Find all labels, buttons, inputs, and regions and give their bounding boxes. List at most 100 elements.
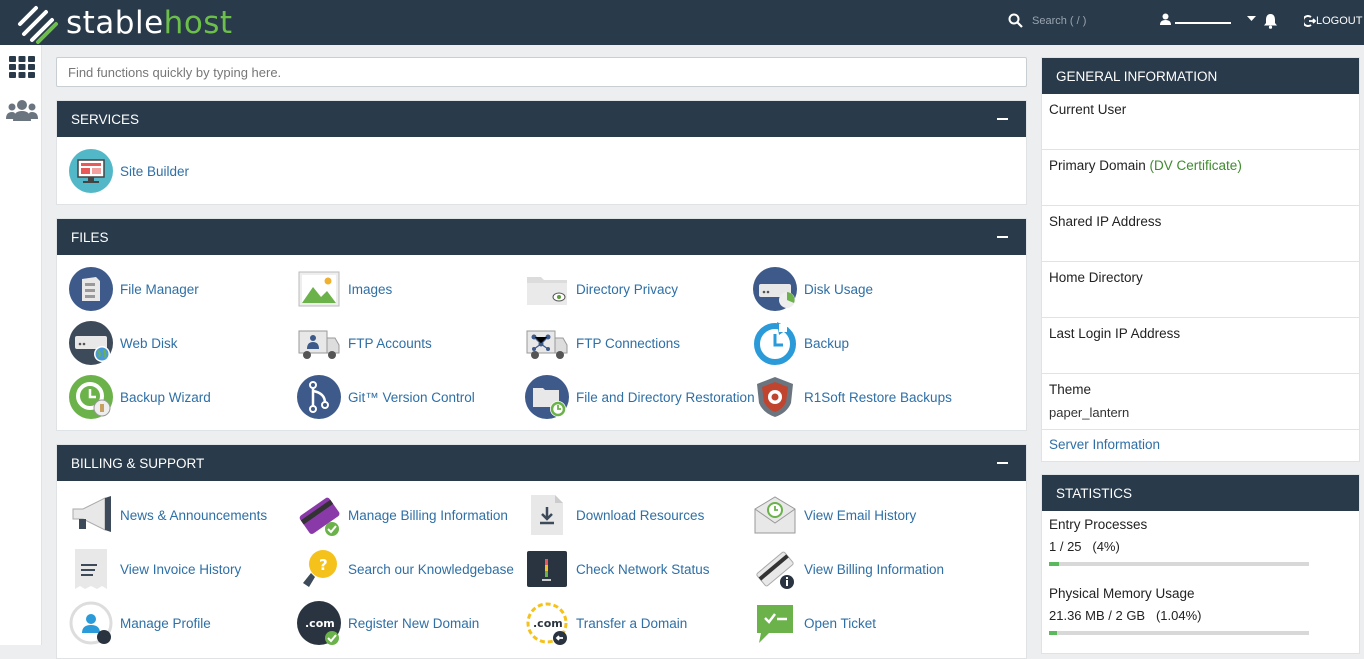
- invoice-icon: [69, 547, 113, 591]
- stat-label: Entry Processes: [1049, 517, 1148, 532]
- manage-billing-label: Manage Billing Information: [348, 507, 508, 523]
- last-login-label: Last Login IP Address: [1049, 326, 1181, 341]
- notifications-bell[interactable]: [1263, 13, 1278, 34]
- billing-support-panel: BILLING & SUPPORT News & Announcements M…: [56, 444, 1027, 659]
- web-disk-link[interactable]: Web Disk: [69, 321, 178, 365]
- stat-value: 1 / 25 (4%): [1049, 539, 1120, 554]
- shared-ip-row: Shared IP Address: [1042, 206, 1359, 262]
- transfer-domain-link[interactable]: .com Transfer a Domain: [525, 601, 687, 645]
- ftp-accounts-icon: [297, 321, 341, 365]
- stat-value: 21.36 MB / 2 GB (1.04%): [1049, 608, 1202, 623]
- bell-icon: [1264, 14, 1277, 29]
- transfer-domain-label: Transfer a Domain: [576, 615, 688, 631]
- shared-ip-label: Shared IP Address: [1049, 214, 1162, 229]
- top-search-placeholder: Search ( / ): [1032, 14, 1087, 27]
- backup-wizard-link[interactable]: Backup Wizard: [69, 375, 211, 419]
- file-directory-restoration-link[interactable]: File and Directory Restoration: [525, 375, 755, 419]
- services-panel: SERVICES Site Builder: [56, 100, 1027, 205]
- grid-icon: [9, 56, 35, 78]
- view-invoice-history-link[interactable]: View Invoice History: [69, 547, 241, 591]
- logo-text-host: host: [163, 5, 233, 41]
- server-information-link[interactable]: Server Information: [1049, 437, 1160, 452]
- primary-domain-label: Primary Domain: [1049, 158, 1146, 173]
- users-button[interactable]: [6, 99, 38, 128]
- r1soft-icon: [753, 375, 797, 419]
- file-manager-icon: [69, 267, 113, 311]
- stat-progress-fill: [1049, 562, 1060, 566]
- files-header: FILES: [57, 219, 1026, 255]
- stat-progress-bar: [1049, 562, 1309, 566]
- logo-mark-icon: [18, 6, 58, 44]
- images-icon: [297, 267, 341, 311]
- register-new-domain-link[interactable]: .com Register New Domain: [297, 601, 479, 645]
- files-title: FILES: [71, 230, 109, 245]
- site-builder-link[interactable]: Site Builder: [69, 149, 189, 193]
- images-link[interactable]: Images: [297, 267, 392, 311]
- logo-text-stable: stable: [66, 5, 164, 41]
- download-resources-link[interactable]: Download Resources: [525, 493, 704, 537]
- manage-profile-link[interactable]: Manage Profile: [69, 601, 211, 645]
- billing-info-icon: [753, 547, 797, 591]
- manage-billing-link[interactable]: Manage Billing Information: [297, 493, 508, 537]
- user-icon: [1160, 13, 1171, 25]
- git-label: Git™ Version Control: [348, 389, 475, 405]
- quick-function-search[interactable]: Find functions quickly by typing here.: [56, 57, 1027, 87]
- directory-privacy-link[interactable]: Directory Privacy: [525, 267, 678, 311]
- domain-transfer-icon: .com: [525, 601, 569, 645]
- stat-label: Physical Memory Usage: [1049, 586, 1195, 601]
- open-ticket-link[interactable]: Open Ticket: [753, 601, 876, 645]
- home-grid-button[interactable]: [8, 55, 36, 84]
- collapse-icon[interactable]: [997, 236, 1008, 238]
- ftp-accounts-link[interactable]: FTP Accounts: [297, 321, 432, 365]
- last-login-row: Last Login IP Address: [1042, 318, 1359, 374]
- directory-privacy-icon: [525, 267, 569, 311]
- backup-wizard-icon: [69, 375, 113, 419]
- r1soft-restore-link[interactable]: R1Soft Restore Backups: [753, 375, 952, 419]
- search-knowledgebase-link[interactable]: ? Search our Knowledgebase: [297, 547, 514, 591]
- server-information-row: Server Information: [1042, 430, 1359, 459]
- theme-label: Theme: [1049, 382, 1092, 397]
- check-network-status-link[interactable]: Check Network Status: [525, 547, 710, 591]
- ftp-accounts-label: FTP Accounts: [348, 335, 432, 351]
- backup-link[interactable]: Backup: [753, 321, 849, 365]
- services-header: SERVICES: [57, 101, 1026, 137]
- left-rail: [0, 45, 42, 645]
- statistics-title: STATISTICS: [1042, 475, 1359, 511]
- file-manager-link[interactable]: File Manager: [69, 267, 199, 311]
- backup-icon: [753, 321, 797, 365]
- view-email-history-link[interactable]: View Email History: [753, 493, 916, 537]
- collapse-icon[interactable]: [997, 462, 1008, 464]
- download-label: Download Resources: [576, 507, 705, 523]
- domain-register-icon: .com: [297, 601, 341, 645]
- email-history-icon: [753, 493, 797, 537]
- dv-certificate-link[interactable]: (DV Certificate): [1150, 158, 1242, 173]
- home-directory-row: Home Directory: [1042, 262, 1359, 318]
- site-builder-label: Site Builder: [120, 163, 190, 179]
- stat-progress-bar: [1049, 631, 1309, 635]
- collapse-icon[interactable]: [997, 118, 1008, 120]
- view-billing-information-link[interactable]: View Billing Information: [753, 547, 944, 591]
- images-label: Images: [348, 281, 393, 297]
- stablehost-logo[interactable]: stablehost: [14, 2, 233, 44]
- top-search[interactable]: Search ( / ): [1008, 13, 1086, 28]
- services-title: SERVICES: [71, 112, 140, 127]
- news-announcements-link[interactable]: News & Announcements: [69, 493, 267, 537]
- restoration-icon: [525, 375, 569, 419]
- open-ticket-label: Open Ticket: [804, 615, 877, 631]
- logout-link[interactable]: LOGOUT: [1304, 15, 1362, 27]
- r1soft-label: R1Soft Restore Backups: [804, 389, 952, 405]
- web-disk-icon: [69, 321, 113, 365]
- site-builder-icon: [69, 149, 113, 193]
- backup-wizard-label: Backup Wizard: [120, 389, 211, 405]
- user-menu[interactable]: [1160, 13, 1256, 25]
- ftp-connections-link[interactable]: FTP Connections: [525, 321, 680, 365]
- username: [1175, 15, 1231, 24]
- web-disk-label: Web Disk: [120, 335, 178, 351]
- megaphone-icon: [69, 493, 113, 537]
- news-label: News & Announcements: [120, 507, 268, 523]
- download-icon: [525, 493, 569, 537]
- home-directory-label: Home Directory: [1049, 270, 1143, 285]
- disk-usage-link[interactable]: Disk Usage: [753, 267, 873, 311]
- current-user-label: Current User: [1049, 102, 1127, 117]
- git-version-control-link[interactable]: Git™ Version Control: [297, 375, 475, 419]
